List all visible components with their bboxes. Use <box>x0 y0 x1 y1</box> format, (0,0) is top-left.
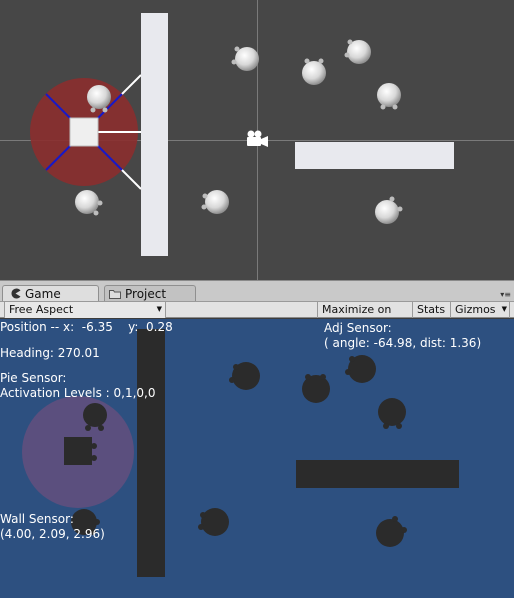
wall-sensor-title: Wall Sensor: <box>0 512 74 526</box>
adj-sensor-title: Adj Sensor: <box>324 321 392 335</box>
adj-sensor-values: ( angle: -64.98, dist: 1.36) <box>324 336 482 350</box>
robot-obstacle <box>345 355 376 383</box>
sphere-robot[interactable] <box>231 46 260 72</box>
aspect-dropdown[interactable]: Free Aspect ▼ <box>4 302 166 318</box>
position-readout: Position -- x: -6.35 y: 0.28 <box>0 320 173 334</box>
sphere-robot[interactable] <box>344 39 372 65</box>
game-view[interactable]: Position -- x: -6.35 y: 0.28 Heading: 27… <box>0 319 514 598</box>
sphere-robot[interactable] <box>75 190 103 216</box>
robot-obstacle <box>302 374 330 403</box>
robot-obstacle <box>376 516 407 547</box>
sphere-robot[interactable] <box>377 83 401 110</box>
sphere-robot[interactable] <box>302 58 326 86</box>
robot-obstacle <box>198 508 229 536</box>
tab-bar: Game Project ▾≡ <box>0 280 514 302</box>
gizmos-dropdown[interactable]: Gizmos ▼ <box>451 302 510 318</box>
aspect-label: Free Aspect <box>9 303 74 316</box>
sphere-robot[interactable] <box>201 190 230 214</box>
stats-toggle[interactable]: Stats <box>413 302 451 318</box>
tab-game[interactable]: Game <box>2 285 99 302</box>
camera-icon[interactable] <box>247 130 268 148</box>
maximize-on-play-toggle[interactable]: Maximize on Play <box>317 302 413 331</box>
scene-canvas[interactable] <box>0 0 514 280</box>
pie-sensor-title: Pie Sensor: <box>0 371 67 385</box>
tab-menu-icon[interactable]: ▾≡ <box>500 290 511 299</box>
tab-game-label: Game <box>25 287 61 301</box>
robot-obstacle <box>378 398 406 429</box>
gizmos-label: Gizmos <box>455 303 496 316</box>
game-toolbar: Free Aspect ▼ Maximize on Play Stats Giz… <box>0 301 514 331</box>
wall-horizontal[interactable] <box>295 142 454 169</box>
wall-vertical[interactable] <box>141 13 168 256</box>
tab-project-label: Project <box>125 287 167 301</box>
wall-sensor-values: (4.00, 2.09, 2.96) <box>0 527 105 541</box>
scene-view[interactable] <box>0 0 514 280</box>
sphere-robot[interactable] <box>375 196 403 225</box>
wall-horizontal <box>296 460 459 488</box>
chevron-down-icon: ▼ <box>156 305 162 313</box>
pie-sensor-levels: Activation Levels : 0,1,0,0 <box>0 386 156 400</box>
heading-readout: Heading: 270.01 <box>0 346 100 360</box>
wall-vertical <box>137 329 165 577</box>
agent-box[interactable] <box>69 117 99 147</box>
robot-obstacle <box>229 362 260 390</box>
chevron-down-icon: ▼ <box>501 305 507 313</box>
robot-obstacle <box>83 403 107 431</box>
tab-project[interactable]: Project <box>104 285 196 302</box>
